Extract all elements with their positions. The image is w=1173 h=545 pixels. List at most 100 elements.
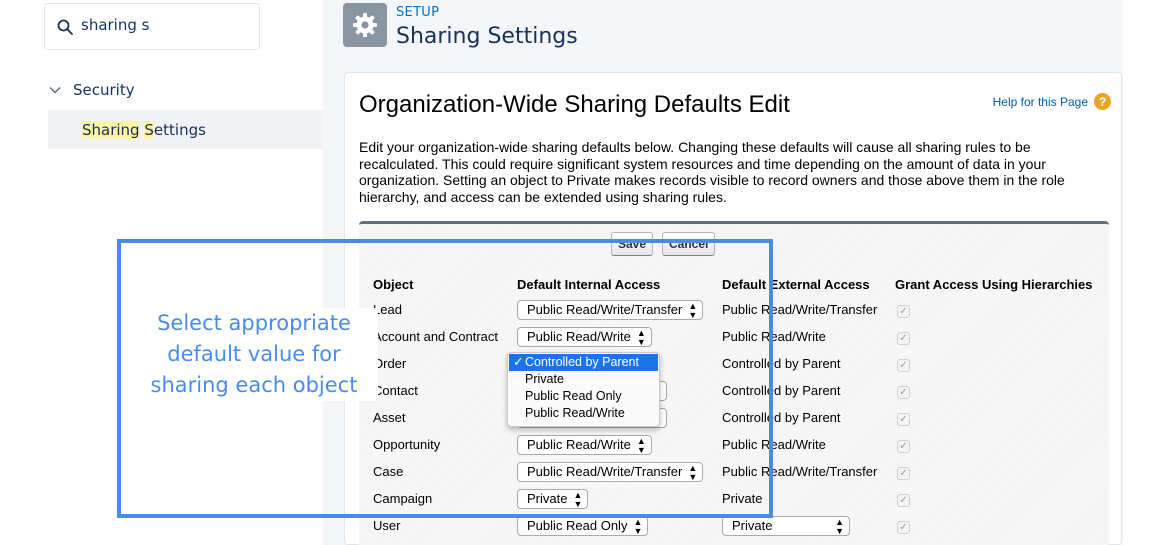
grant-access-cell: ✓ [881, 323, 1093, 350]
internal-access-select[interactable]: Public Read/Write ▲ ▼ [517, 434, 652, 455]
external-access-value: Controlled by Parent [722, 356, 841, 371]
internal-access-cell: Public Read/Write/Transfer ▲ ▼ [503, 296, 708, 323]
external-access-value: Controlled by Parent [722, 410, 841, 425]
select-arrows-icon: ▲▼ [688, 300, 698, 320]
select-arrows-icon: ▲▼ [636, 327, 646, 347]
setup-kicker: SETUP [396, 5, 440, 20]
internal-access-select[interactable]: Public Read Only ▲ ▼ [517, 515, 649, 536]
external-access-select[interactable]: Private ▲ ▼ [722, 515, 850, 536]
help-icon[interactable]: ? [1094, 93, 1111, 110]
object-name: Campaign [373, 491, 433, 506]
help-for-this-page-link[interactable]: Help for this Page ? [993, 93, 1111, 110]
internal-access-cell: Public Read/Write ▲ ▼ [503, 431, 708, 458]
external-access-cell: Controlled by Parent [708, 377, 881, 404]
gear-icon [353, 13, 377, 37]
quick-find-input[interactable] [81, 16, 251, 34]
grant-access-checkbox[interactable]: ✓ [897, 520, 910, 534]
internal-access-select[interactable]: Public Read/Write/Transfer ▲ ▼ [517, 299, 704, 320]
grant-access-checkbox[interactable]: ✓ [897, 493, 910, 507]
table-row: Campaign Private ▲ ▼ Private ✓ [359, 485, 1093, 512]
external-access-value: Public Read/Write [722, 437, 826, 452]
grant-access-cell: ✓ [881, 377, 1093, 404]
object-name: Contact [373, 383, 418, 398]
setup-header-icon [343, 3, 387, 47]
internal-access-cell: Public Read Only ▲ ▼ [503, 512, 708, 539]
external-access-cell: Public Read/Write/Transfer [708, 296, 881, 323]
select-arrows-icon: ▲▼ [573, 489, 583, 509]
label-rest: ettings [153, 120, 206, 139]
search-icon [57, 19, 73, 35]
select-value: Private [732, 517, 773, 533]
internal-access-cell: Public Read/Write ▲ ▼ [503, 323, 708, 350]
external-access-value: Private [722, 491, 763, 506]
cancel-button[interactable]: Cancel [662, 232, 716, 256]
grant-access-cell: ✓ [881, 431, 1093, 458]
grant-access-checkbox[interactable]: ✓ [897, 385, 910, 399]
external-access-cell: Controlled by Parent [708, 404, 881, 431]
external-access-value: Public Read/Write [722, 329, 826, 344]
select-value: Public Read/Write/Transfer [527, 463, 683, 479]
external-access-cell: Public Read/Write [708, 323, 881, 350]
dropdown-option-label: Private [525, 372, 564, 386]
content-card: Organization-Wide Sharing Defaults Edit … [344, 72, 1122, 545]
external-access-cell: Public Read/Write/Transfer [708, 458, 881, 485]
external-access-value: Public Read/Write/Transfer [722, 464, 878, 479]
internal-access-select[interactable]: Public Read/Write ▲ ▼ [517, 326, 652, 347]
sidebar-item-sharing-settings[interactable]: Sharing Settings [48, 110, 323, 149]
internal-access-select[interactable]: Private ▲ ▼ [517, 488, 589, 509]
select-value: Public Read/Write [527, 436, 631, 452]
external-access-cell: Public Read/Write [708, 431, 881, 458]
grant-access-checkbox[interactable]: ✓ [897, 358, 910, 372]
internal-access-dropdown-menu[interactable]: ✓ Controlled by Parent Private Public Read … [507, 352, 660, 427]
grant-access-checkbox[interactable]: ✓ [897, 466, 910, 480]
grant-access-cell: ✓ [881, 512, 1093, 539]
select-value: Public Read/Write/Transfer [527, 301, 683, 317]
setup-page-title: Sharing Settings [396, 24, 578, 49]
select-value: Public Read/Write [527, 328, 631, 344]
page-description: Edit your organization-wide sharing defa… [359, 139, 1065, 205]
quick-find-box[interactable] [44, 3, 260, 50]
defaults-table-panel: Save Cancel Object Default Internal Acce… [359, 221, 1109, 545]
object-name: Asset [373, 410, 406, 425]
grant-access-checkbox[interactable]: ✓ [897, 412, 910, 426]
dropdown-option-label: Public Read/Write [525, 406, 625, 420]
external-access-cell: Private [708, 485, 881, 512]
page-title: Organization-Wide Sharing Defaults Edit [359, 91, 790, 118]
save-button[interactable]: Save [611, 232, 654, 256]
grant-access-cell: ✓ [881, 350, 1093, 377]
column-header-object: Object [373, 276, 414, 292]
internal-access-select[interactable]: Public Read/Write/Transfer ▲ ▼ [517, 461, 704, 482]
sidebar-item-security[interactable]: Security [48, 78, 135, 102]
grant-access-checkbox[interactable]: ✓ [897, 331, 910, 345]
chevron-down-icon[interactable] [48, 83, 62, 97]
grant-access-cell: ✓ [881, 404, 1093, 431]
help-link-label[interactable]: Help for this Page [993, 95, 1088, 109]
table-row: OrderControlled by Parent▲▼Controlled by… [359, 350, 1093, 377]
column-header-grant-access: Grant Access Using Hierarchies [895, 276, 1093, 292]
select-arrows-icon: ▲▼ [835, 516, 844, 536]
dropdown-option[interactable]: Private [508, 371, 659, 388]
external-access-cell: Private ▲ ▼ [708, 512, 881, 539]
object-name: Lead [373, 302, 402, 317]
table-row: AssetControlled by Parent▲▼Controlled by… [359, 404, 1093, 431]
table-header-row: Object Default Internal Access Default E… [359, 272, 1093, 296]
object-name: Account and Contract [373, 329, 499, 344]
object-name: Opportunity [373, 437, 441, 452]
table-row: User Public Read Only ▲ ▼ Private ▲ ▼ ✓ [359, 512, 1093, 539]
sharing-defaults-table: Object Default Internal Access Default E… [359, 272, 1093, 539]
grant-access-checkbox[interactable]: ✓ [897, 304, 910, 318]
internal-access-cell: Public Read/Write/Transfer ▲ ▼ [503, 458, 708, 485]
table-row: Lead Public Read/Write/Transfer ▲ ▼ Public R… [359, 296, 1093, 323]
setup-sidebar: Security Sharing Settings [0, 0, 323, 545]
sidebar-item-sharing-settings-label: Sharing Settings [82, 120, 206, 139]
sidebar-item-security-label: Security [73, 81, 135, 99]
column-header-external-access: Default External Access [722, 276, 870, 292]
select-value: Private [527, 490, 568, 506]
object-name: Order [373, 356, 407, 371]
dropdown-option[interactable]: ✓ Controlled by Parent [509, 354, 658, 371]
grant-access-cell: ✓ [881, 458, 1093, 485]
dropdown-option[interactable]: Public Read Only [508, 388, 659, 405]
object-name: User [373, 518, 401, 533]
grant-access-checkbox[interactable]: ✓ [897, 439, 910, 453]
dropdown-option[interactable]: Public Read/Write [508, 405, 659, 422]
